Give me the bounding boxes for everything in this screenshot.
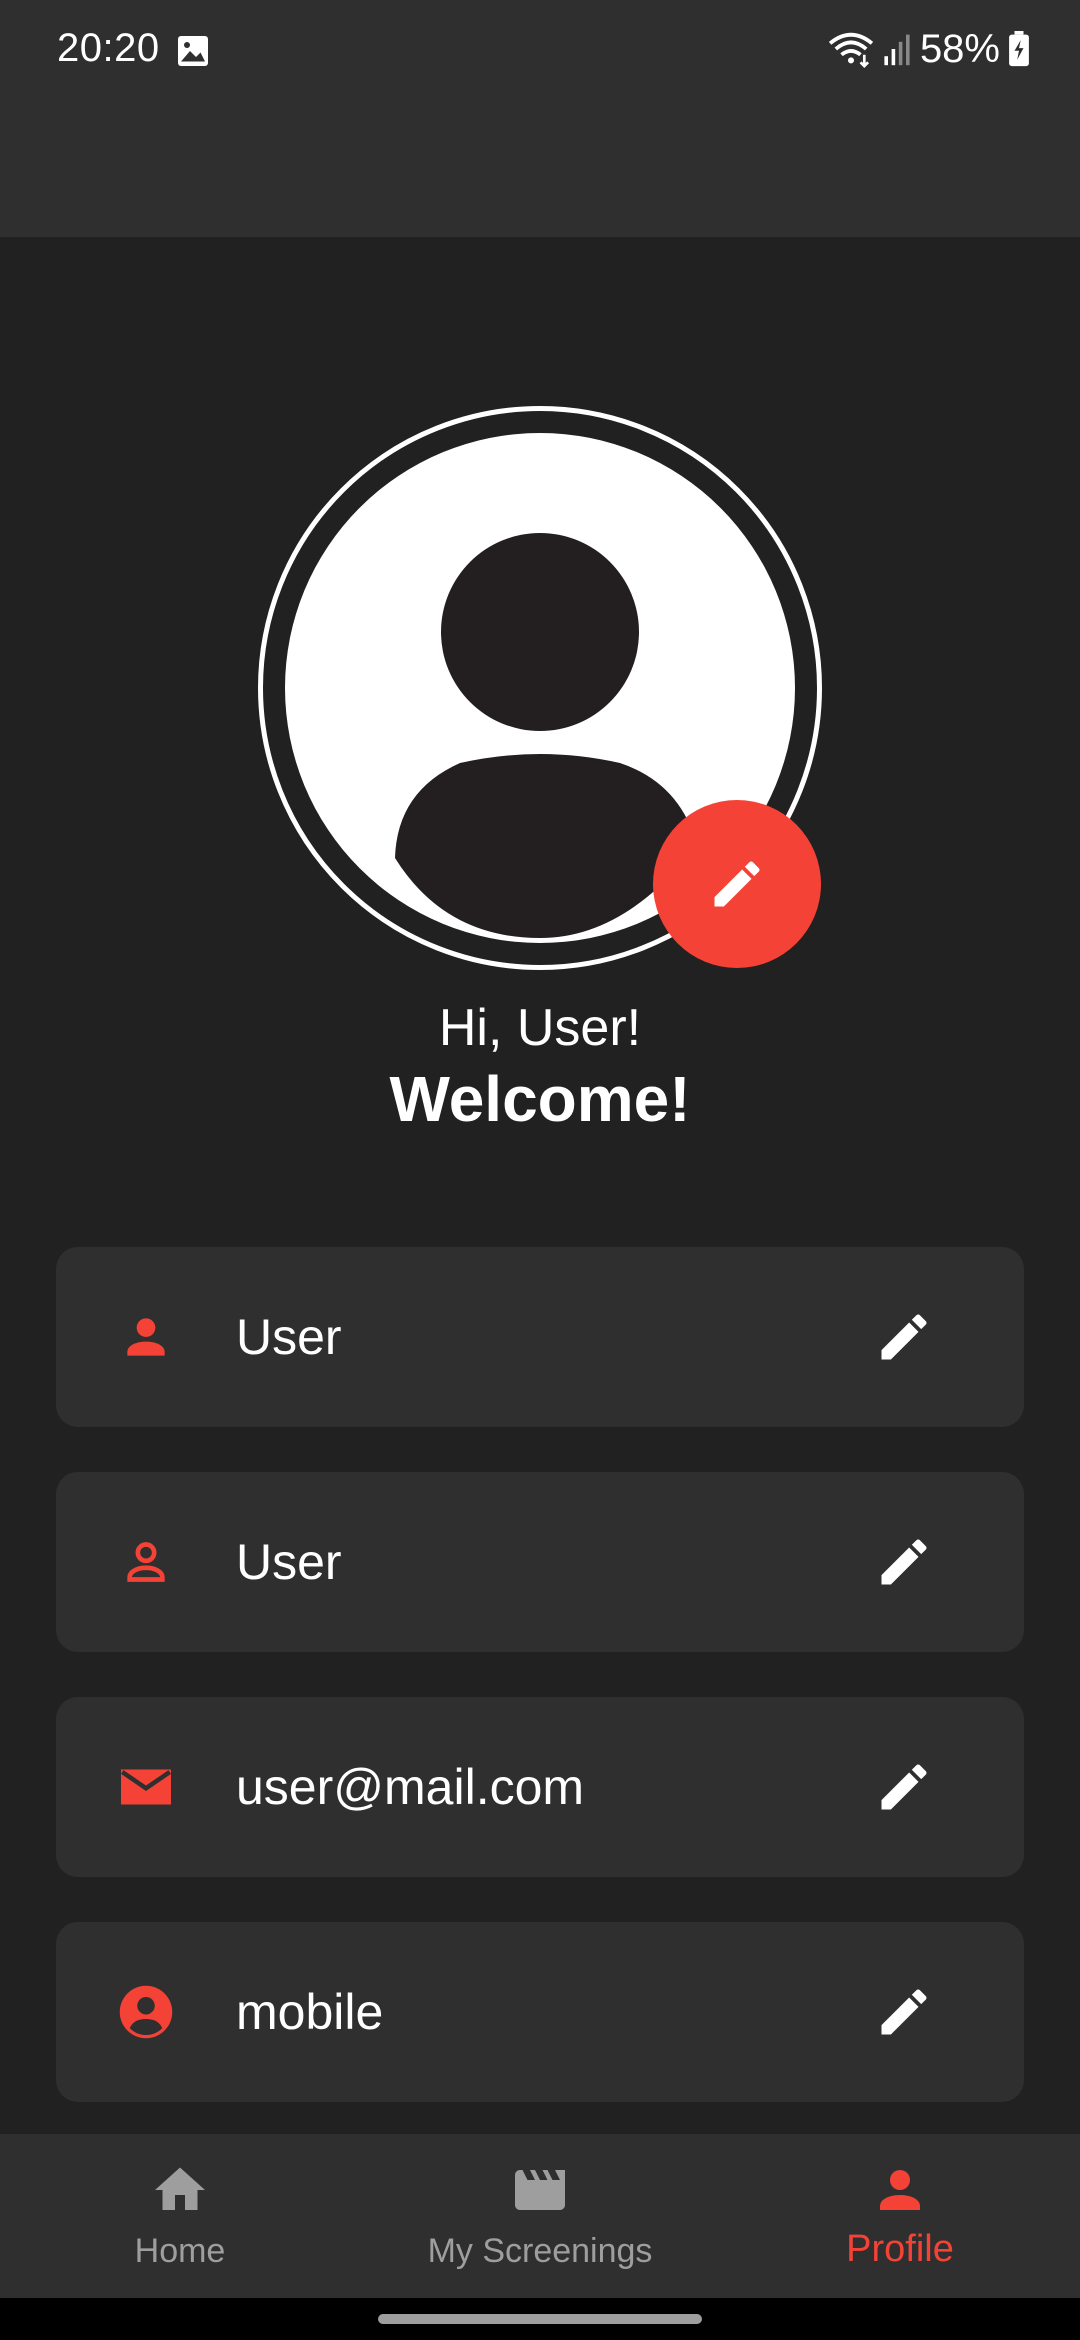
greeting-text: Hi, User! [438,999,642,1057]
pencil-icon [881,1989,927,2035]
profile-screen: 20:20 58% Hi, User! Welcome! User User u… [0,0,1080,2340]
nav-item-my-screenings[interactable]: My Screenings [400,2134,680,2298]
movie-clapper-icon [508,2158,572,2222]
pencil-icon [881,1764,927,1810]
profile-field-first-name: User [56,1247,1024,1427]
person-icon [868,2158,932,2222]
welcome-heading: Welcome! [389,1063,691,1135]
wifi-icon [828,32,874,68]
edit-mobile-button[interactable] [872,1980,936,2044]
bottom-navigation: Home My Screenings Profile [0,2134,1080,2298]
profile-field-last-name: User [56,1472,1024,1652]
profile-field-mobile: mobile [56,1922,1024,2102]
pencil-icon [881,1539,927,1585]
nav-item-profile[interactable]: Profile [780,2134,1020,2298]
nav-label-home: Home [134,2232,226,2270]
nav-label-my-screenings: My Screenings [427,2232,653,2270]
field-value: User [236,1534,342,1590]
edit-last-name-button[interactable] [872,1530,936,1594]
edit-email-button[interactable] [872,1755,936,1819]
field-value: User [236,1309,342,1365]
account-circle-icon [114,1980,178,2044]
pencil-icon [714,861,760,907]
nav-item-home[interactable]: Home [60,2134,300,2298]
profile-field-email: user@mail.com [56,1697,1024,1877]
signal-icon [884,34,910,66]
field-value: user@mail.com [236,1759,585,1815]
edit-first-name-button[interactable] [872,1305,936,1369]
mail-icon [114,1755,178,1819]
system-gesture-area [0,2298,1080,2340]
person-icon [114,1305,178,1369]
battery-charging-icon [1009,31,1029,67]
nav-label-profile: Profile [846,2228,954,2270]
home-icon [148,2158,212,2222]
field-value: mobile [236,1984,384,2040]
home-gesture-handle[interactable] [378,2314,702,2324]
status-icons: 58% [828,24,1030,74]
battery-percent: 58% [919,26,1000,71]
status-time: 20:20 [57,26,160,70]
edit-avatar-button[interactable] [653,800,821,968]
gallery-icon [178,36,208,66]
app-bar: 20:20 58% [0,0,1080,237]
pencil-icon [881,1314,927,1360]
person-outline-icon [114,1530,178,1594]
